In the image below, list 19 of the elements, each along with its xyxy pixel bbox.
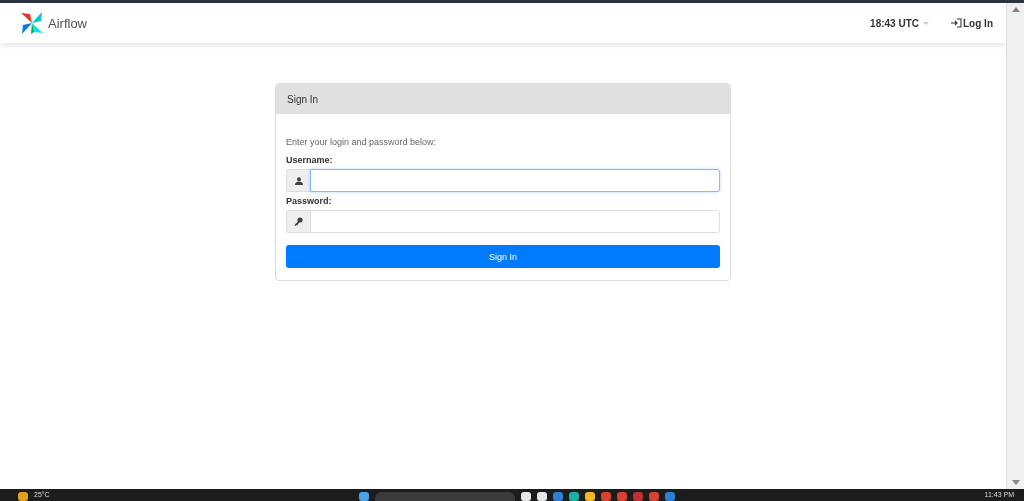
brand-name: Airflow <box>48 15 87 31</box>
login-link[interactable]: Log In <box>951 17 993 29</box>
user-icon <box>294 176 303 185</box>
card-title: Sign In <box>276 84 730 114</box>
scrollbar[interactable] <box>1006 3 1024 489</box>
app-icon[interactable] <box>537 492 548 501</box>
password-field[interactable] <box>310 210 720 233</box>
instructions: Enter your login and password below: <box>286 137 438 147</box>
username-field[interactable] <box>310 169 720 192</box>
sign-in-button[interactable]: Sign In <box>286 245 720 268</box>
pinwheel-logo-icon <box>20 11 44 35</box>
caret-icon <box>923 21 929 25</box>
app-icon[interactable] <box>569 492 580 501</box>
login-icon <box>951 18 962 28</box>
clock-dropdown[interactable]: 18:43 UTC <box>870 17 929 29</box>
key-icon <box>294 217 303 226</box>
field-label: Username: <box>286 155 334 165</box>
app-icon[interactable] <box>521 492 532 501</box>
field-label: Password: <box>286 196 333 206</box>
